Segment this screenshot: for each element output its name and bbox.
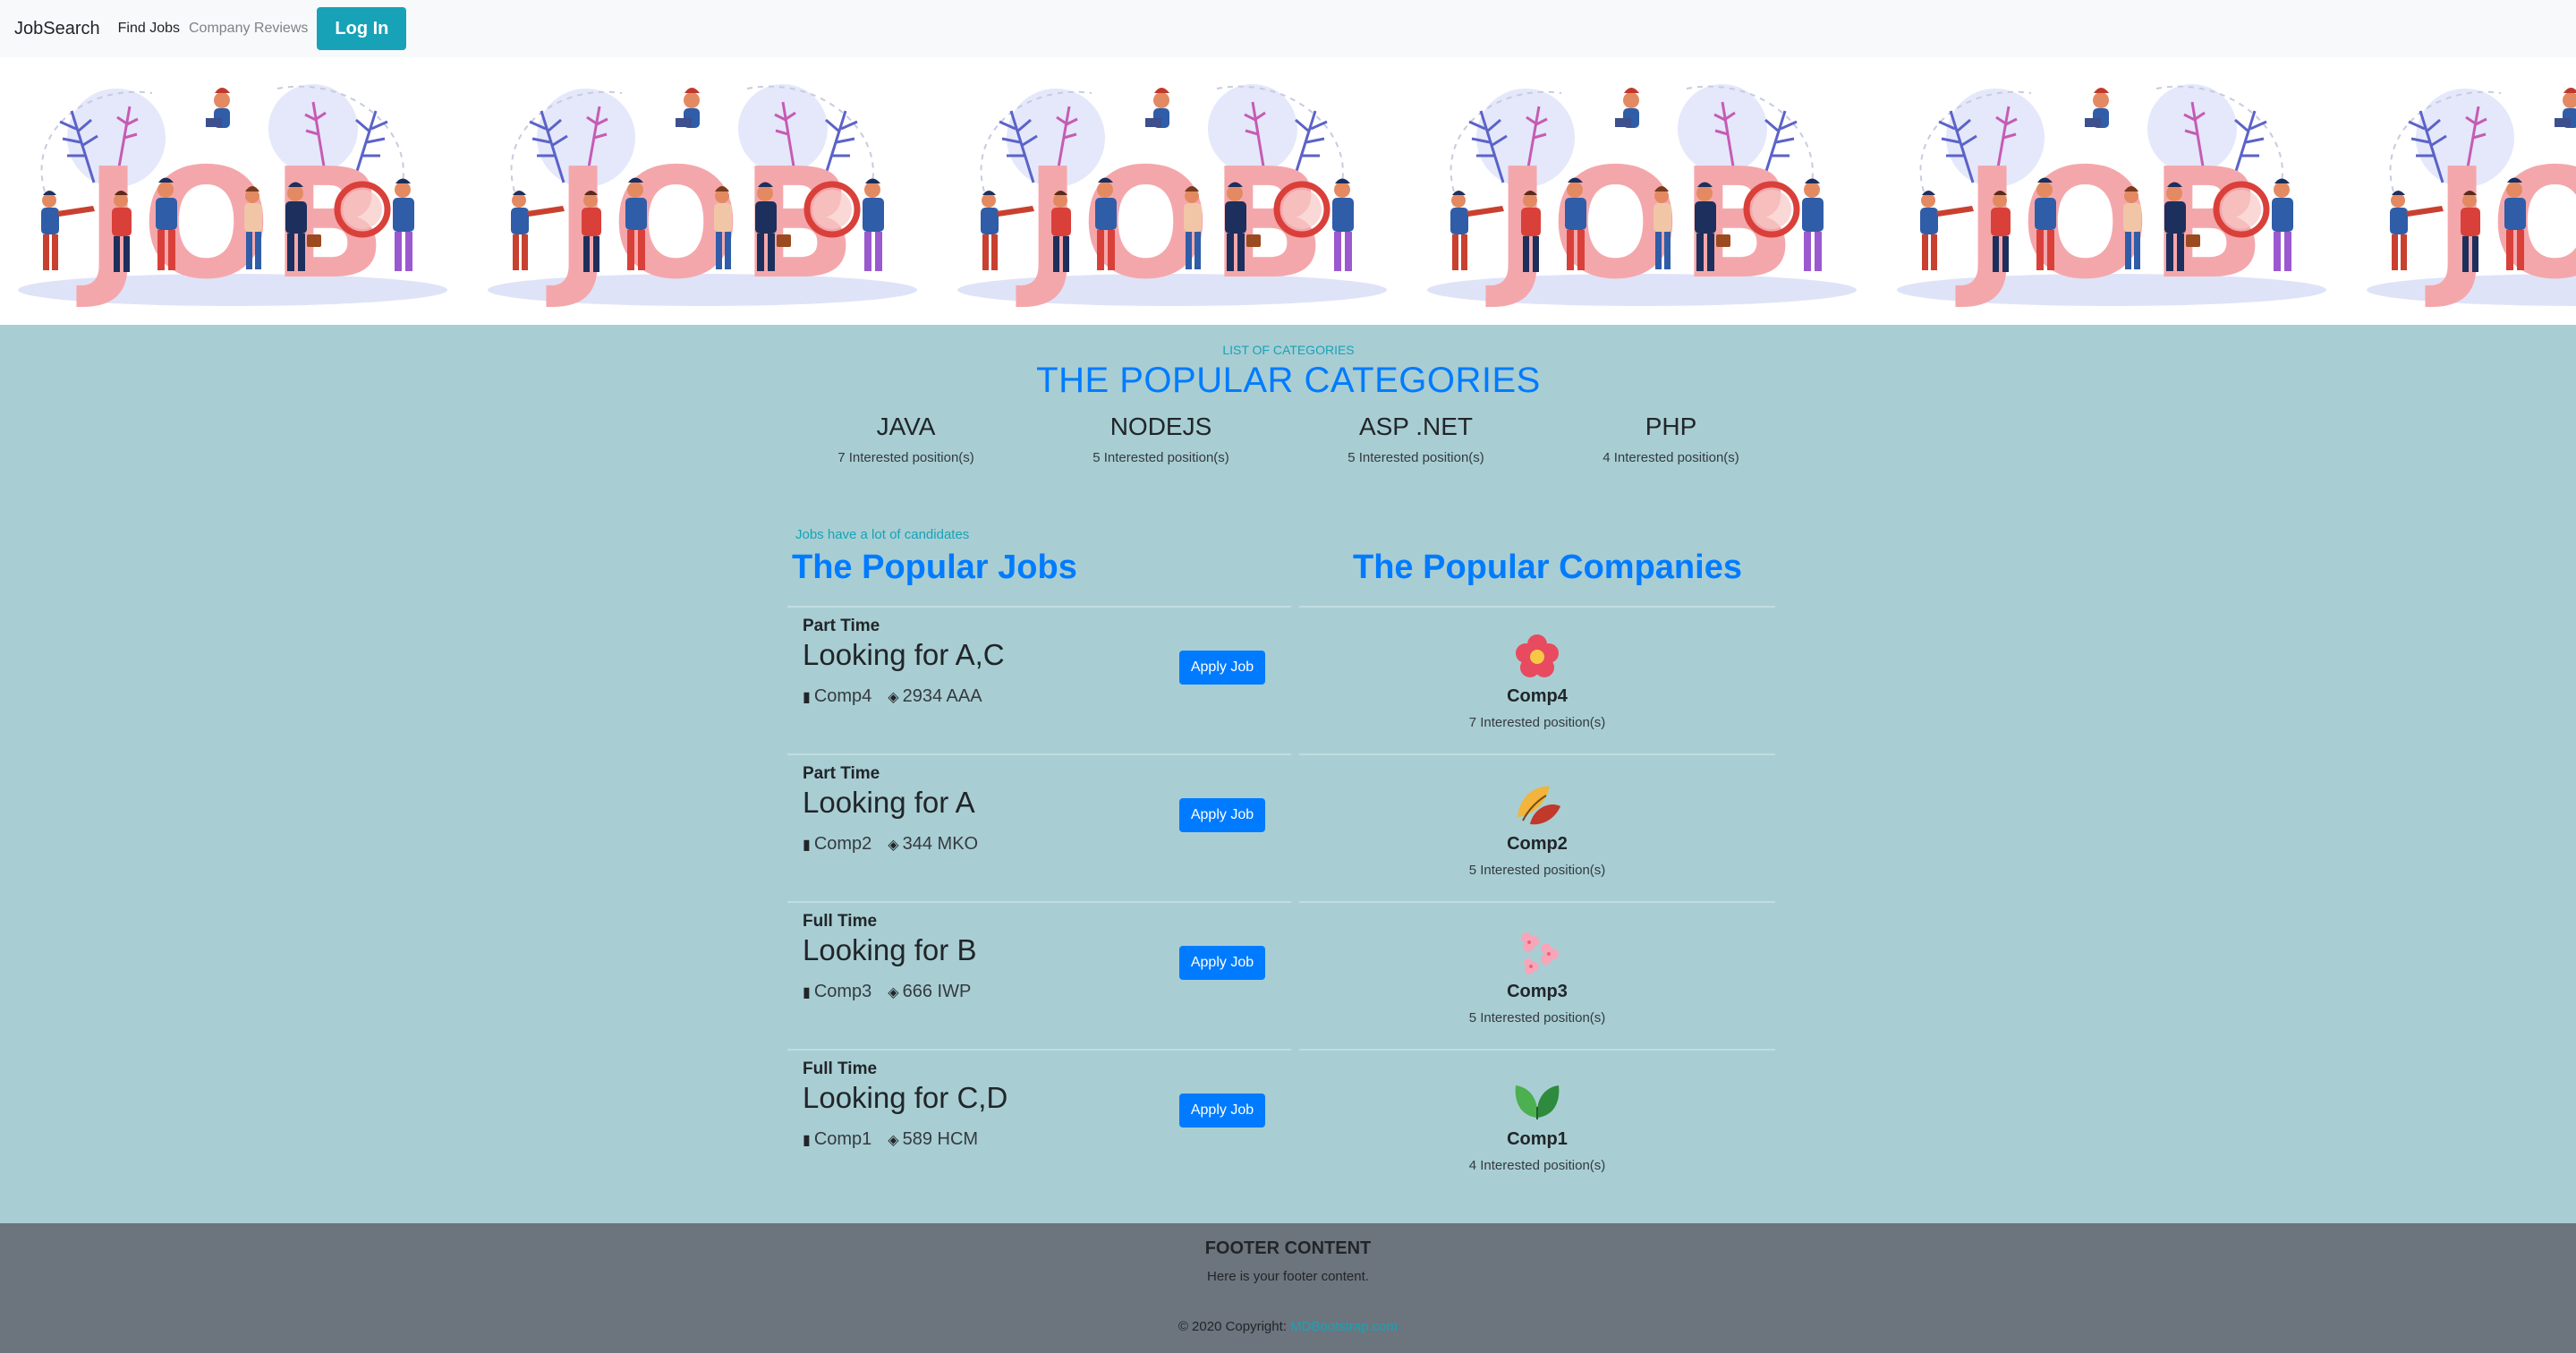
banner-illustration	[948, 75, 1396, 308]
banner-illustration	[9, 75, 456, 308]
banner-illustration	[1418, 75, 1866, 308]
pink-blossoms-icon	[1521, 932, 1559, 974]
job-card[interactable]: Part Time Looking for A ▮ Comp2 ◈ 344 MK…	[787, 753, 1291, 901]
nav-find-jobs[interactable]: Find Jobs	[118, 21, 180, 37]
company-count: 4 Interested position(s)	[1468, 1158, 1606, 1173]
category-count: 4 Interested position(s)	[1603, 450, 1739, 465]
jobs-eyebrow: Jobs have a lot of candidates	[795, 527, 970, 542]
job-address: 666 IWP	[902, 982, 972, 1001]
category-name: JAVA	[876, 413, 936, 440]
building-icon: ▮	[803, 1132, 811, 1148]
job-title[interactable]: Looking for A,C	[803, 638, 1005, 672]
company-name[interactable]: Comp3	[1299, 982, 1775, 1002]
categories-title: THE POPULAR CATEGORIES	[1036, 361, 1541, 400]
job-meta: ▮ Comp1 ◈ 589 HCM	[803, 1129, 978, 1150]
job-meta: ▮ Comp4 ◈ 2934 AAA	[803, 686, 982, 707]
footer-text: Here is your footer content.	[1207, 1269, 1369, 1284]
job-meta: ▮ Comp3 ◈ 666 IWP	[803, 982, 971, 1002]
category-name: NODEJS	[1109, 413, 1212, 440]
job-address: 344 MKO	[902, 834, 979, 854]
job-company: Comp3	[813, 982, 872, 1001]
red-flower-icon	[1516, 634, 1559, 677]
hero-banner: JOB	[0, 57, 2576, 325]
job-company: Comp1	[813, 1129, 872, 1149]
company-card[interactable]: Comp2 5 Interested position(s)	[1299, 753, 1775, 901]
company-name[interactable]: Comp4	[1299, 686, 1775, 707]
category-count: 7 Interested position(s)	[837, 450, 974, 465]
category-java[interactable]: JAVA 7 Interested position(s)	[778, 413, 1033, 465]
building-icon: ▮	[803, 837, 811, 853]
apply-job-button[interactable]: Apply Job	[1179, 1093, 1265, 1128]
brand[interactable]: JobSearch	[14, 19, 100, 39]
company-count: 5 Interested position(s)	[1468, 863, 1606, 878]
job-type: Full Time	[803, 1059, 878, 1078]
nav-company-reviews[interactable]: Company Reviews	[189, 21, 308, 37]
category-list: JAVA 7 Interested position(s) NODEJS 5 I…	[778, 413, 1798, 465]
category-name: ASP .NET	[1358, 413, 1474, 440]
categories-eyebrow: LIST OF CATEGORIES	[1222, 343, 1355, 357]
banner-illustration	[1888, 75, 2335, 308]
job-title[interactable]: Looking for C,D	[803, 1081, 1007, 1115]
company-count: 5 Interested position(s)	[1468, 1010, 1606, 1025]
navbar: JobSearch Find Jobs Company Reviews Log …	[0, 0, 2576, 57]
job-card[interactable]: Full Time Looking for C,D ▮ Comp1 ◈ 589 …	[787, 1049, 1291, 1196]
location-diamond-icon: ◈	[888, 837, 899, 853]
jobs-title: The Popular Jobs	[792, 549, 1077, 586]
building-icon: ▮	[803, 689, 811, 705]
job-meta: ▮ Comp2 ◈ 344 MKO	[803, 834, 978, 855]
company-card[interactable]: Comp3 5 Interested position(s)	[1299, 901, 1775, 1049]
main-content: LIST OF CATEGORIES THE POPULAR CATEGORIE…	[0, 325, 2576, 1223]
location-diamond-icon: ◈	[888, 984, 899, 1000]
company-card[interactable]: Comp1 4 Interested position(s)	[1299, 1049, 1775, 1196]
category-aspnet[interactable]: ASP .NET 5 Interested position(s)	[1288, 413, 1543, 465]
category-name: PHP	[1645, 413, 1697, 440]
footer: FOOTER CONTENT Here is your footer conte…	[0, 1223, 2576, 1353]
footer-copyright: © 2020 Copyright: MDBootstrap.com	[0, 1319, 2576, 1334]
autumn-leaves-icon	[1518, 786, 1560, 825]
companies-title: The Popular Companies	[1353, 549, 1742, 586]
banner-illustration	[2358, 75, 2576, 308]
login-button[interactable]: Log In	[317, 7, 407, 50]
category-count: 5 Interested position(s)	[1348, 450, 1484, 465]
job-type: Full Time	[803, 912, 878, 931]
job-address: 2934 AAA	[902, 686, 982, 706]
location-diamond-icon: ◈	[888, 1132, 899, 1148]
category-count: 5 Interested position(s)	[1092, 450, 1229, 465]
job-address: 589 HCM	[902, 1129, 979, 1149]
category-nodejs[interactable]: NODEJS 5 Interested position(s)	[1033, 413, 1288, 465]
job-title[interactable]: Looking for A	[803, 786, 975, 820]
company-name[interactable]: Comp2	[1299, 834, 1775, 855]
job-company: Comp4	[813, 686, 872, 706]
job-type: Part Time	[803, 617, 880, 635]
company-count: 7 Interested position(s)	[1468, 715, 1606, 730]
building-icon: ▮	[803, 984, 811, 1000]
apply-job-button[interactable]: Apply Job	[1179, 651, 1265, 685]
job-card[interactable]: Full Time Looking for B ▮ Comp3 ◈ 666 IW…	[787, 901, 1291, 1049]
job-type: Part Time	[803, 764, 880, 783]
location-diamond-icon: ◈	[888, 689, 899, 705]
copyright-link[interactable]: MDBootstrap.com	[1290, 1319, 1398, 1334]
apply-job-button[interactable]: Apply Job	[1179, 946, 1265, 980]
job-title[interactable]: Looking for B	[803, 933, 976, 967]
company-card[interactable]: Comp4 7 Interested position(s)	[1299, 606, 1775, 753]
category-php[interactable]: PHP 4 Interested position(s)	[1543, 413, 1798, 465]
footer-title: FOOTER CONTENT	[1204, 1238, 1372, 1258]
categories-header: LIST OF CATEGORIES	[787, 343, 1790, 357]
company-name[interactable]: Comp1	[1299, 1129, 1775, 1150]
apply-job-button[interactable]: Apply Job	[1179, 798, 1265, 832]
green-leaves-icon	[1515, 1085, 1560, 1119]
job-company: Comp2	[813, 834, 872, 854]
job-card[interactable]: Part Time Looking for A,C ▮ Comp4 ◈ 2934…	[787, 606, 1291, 753]
banner-illustration	[479, 75, 926, 308]
copyright-text: © 2020 Copyright:	[1177, 1319, 1287, 1334]
